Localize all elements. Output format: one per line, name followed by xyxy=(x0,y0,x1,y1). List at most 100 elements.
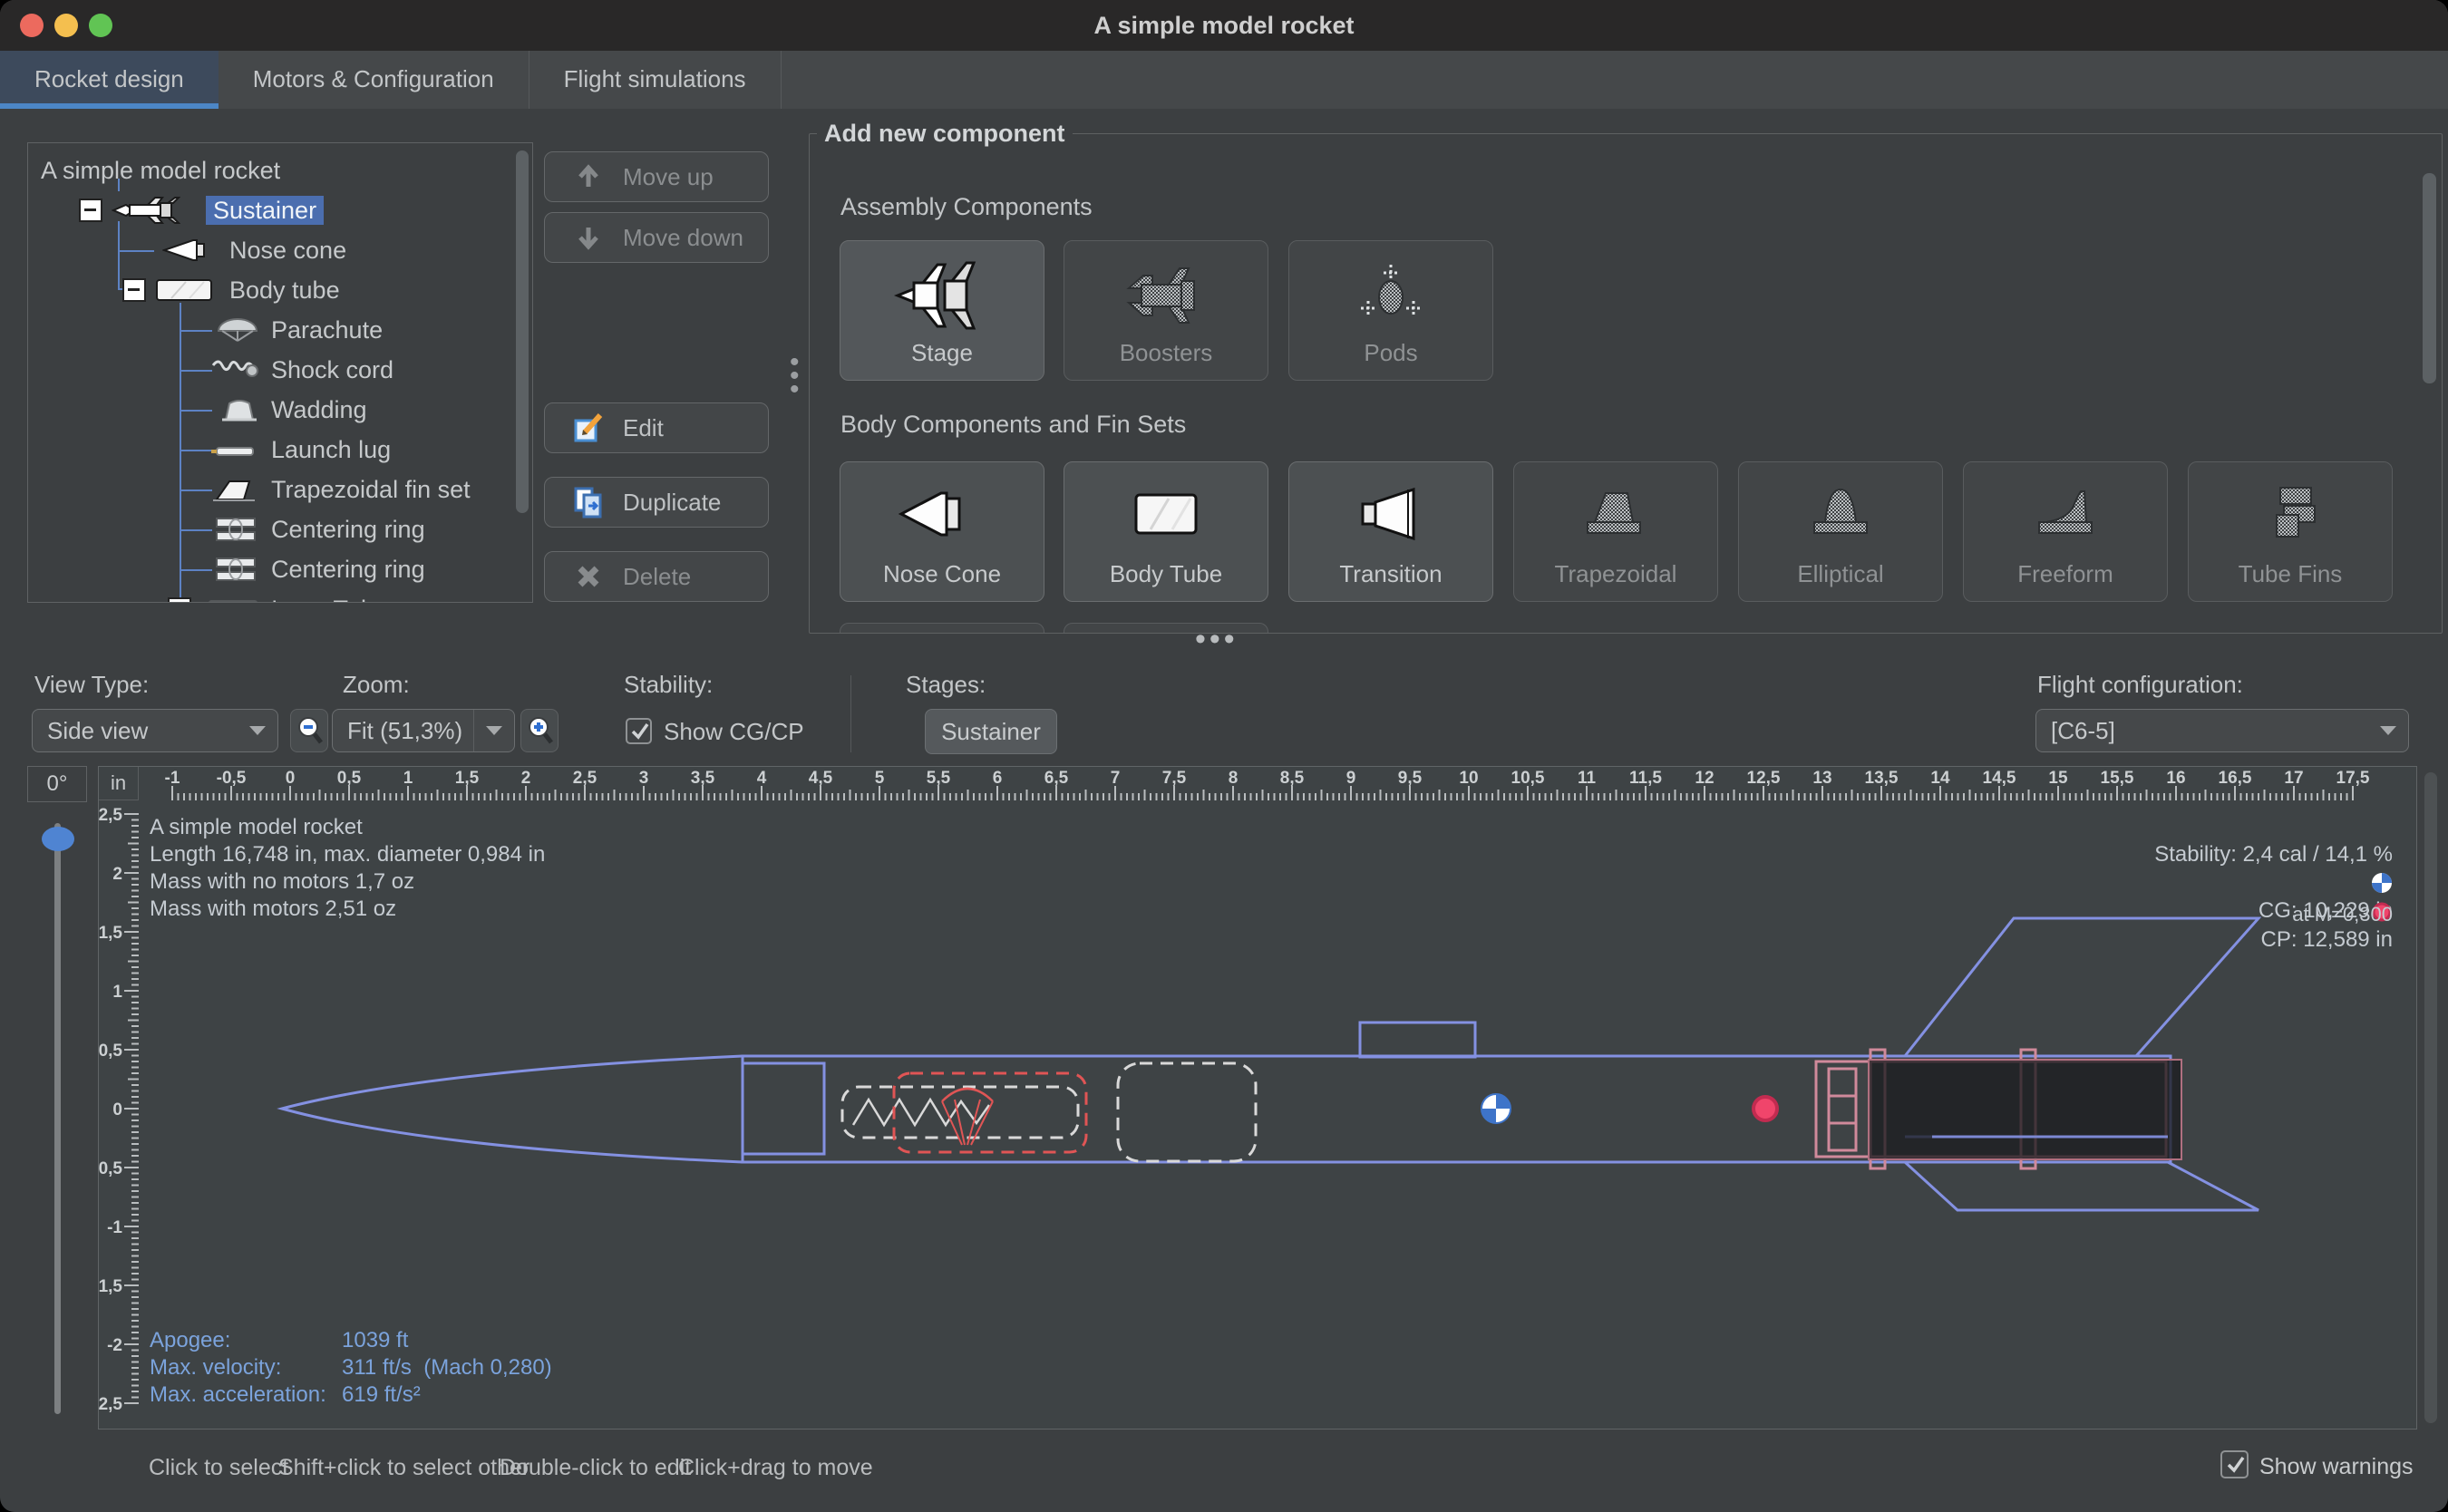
transition-icon xyxy=(1289,482,1492,546)
zoom-dropdown[interactable]: Fit (51,3%) xyxy=(332,709,515,752)
svg-text:16,5: 16,5 xyxy=(2219,769,2252,788)
tree-item-trapezoidal-fin-set[interactable]: Trapezoidal fin set xyxy=(28,470,532,509)
figure-scrollbar[interactable] xyxy=(2424,772,2437,1423)
rotation-slider-track[interactable] xyxy=(54,823,61,1414)
nose-shoulder-outline xyxy=(743,1063,824,1154)
add-nose-cone-button[interactable]: Nose Cone xyxy=(840,461,1044,602)
svg-text:15: 15 xyxy=(2048,769,2068,788)
check-icon xyxy=(2223,1452,2249,1478)
add-elliptical-fin-button[interactable]: Elliptical xyxy=(1738,461,1943,602)
rocket-mass-line: Mass with no motors 1,7 oz xyxy=(150,868,414,896)
svg-text:-1: -1 xyxy=(165,769,180,788)
wadding-outline[interactable] xyxy=(1118,1063,1256,1161)
svg-text:-1,5: -1,5 xyxy=(99,1277,122,1296)
tab-flight-simulations[interactable]: Flight simulations xyxy=(529,51,782,109)
add-pods-button[interactable]: Pods xyxy=(1288,240,1493,381)
show-warnings-checkbox[interactable] xyxy=(2220,1450,2249,1478)
svg-text:11,5: 11,5 xyxy=(1629,769,1662,788)
add-body-tube-button[interactable]: Body Tube xyxy=(1064,461,1268,602)
add-freeform-fin-button[interactable]: Freeform xyxy=(1963,461,2168,602)
freeform-fin-icon xyxy=(1964,482,2167,546)
svg-text:-2,5: -2,5 xyxy=(99,1395,122,1414)
add-stage-button[interactable]: Stage xyxy=(840,240,1044,381)
tab-motors-configuration[interactable]: Motors & Configuration xyxy=(219,51,529,109)
rocket-mass-motors-line: Mass with motors 2,51 oz xyxy=(150,896,396,923)
add-trapezoidal-fin-button[interactable]: Trapezoidal xyxy=(1513,461,1718,602)
flight-configuration-label: Flight configuration: xyxy=(2037,671,2243,699)
tree-item-centering-ring-2[interactable]: Centering ring xyxy=(28,549,532,589)
move-up-button[interactable]: Move up xyxy=(544,151,769,202)
stage-sustainer-toggle[interactable]: Sustainer xyxy=(925,709,1057,754)
toolbar-divider xyxy=(850,675,851,752)
add-boosters-button[interactable]: Boosters xyxy=(1064,240,1268,381)
motor-block[interactable] xyxy=(1869,1060,2181,1159)
tree-item-inner-tube[interactable]: Inner Tube xyxy=(28,589,532,603)
duplicate-button[interactable]: Duplicate xyxy=(544,477,769,528)
tree-item-wadding[interactable]: Wadding xyxy=(28,390,532,430)
show-cgcp-label: Show CG/CP xyxy=(664,718,804,746)
svg-text:1: 1 xyxy=(112,983,122,1002)
tree-item-shock-cord[interactable]: Shock cord xyxy=(28,350,532,390)
component-panel-scrollbar[interactable] xyxy=(2423,173,2436,383)
tree-item-sustainer[interactable]: Sustainer xyxy=(28,190,532,230)
svg-text:14,5: 14,5 xyxy=(1983,769,2016,788)
rocket-name-line: A simple model rocket xyxy=(150,814,363,841)
show-cgcp-checkbox[interactable] xyxy=(626,718,652,744)
view-type-label: View Type: xyxy=(34,671,149,699)
fin-upper[interactable] xyxy=(1905,918,2259,1056)
collapse-box-icon[interactable] xyxy=(122,278,146,302)
tab-rocket-design[interactable]: Rocket design xyxy=(0,51,219,109)
collapse-box-icon[interactable] xyxy=(79,199,102,222)
window-title: A simple model rocket xyxy=(0,0,2448,51)
svg-text:17,5: 17,5 xyxy=(2336,769,2370,788)
cg-marker-icon[interactable] xyxy=(1481,1094,1511,1123)
svg-text:1,5: 1,5 xyxy=(99,924,122,943)
move-down-button[interactable]: Move down xyxy=(544,212,769,263)
zoom-out-button[interactable] xyxy=(290,709,328,752)
svg-text:6,5: 6,5 xyxy=(1044,769,1069,788)
collapse-box-icon[interactable] xyxy=(168,597,191,603)
rotation-slider-knob[interactable] xyxy=(42,827,74,851)
launch-lug-outline[interactable] xyxy=(1360,1023,1475,1057)
delete-button[interactable]: Delete xyxy=(544,551,769,602)
vertical-ruler: -2,5-2-1,5-1-0,500,511,522,5 xyxy=(99,800,139,1430)
tree-item-body-tube[interactable]: Body tube xyxy=(28,270,532,310)
tree-item-launch-lug[interactable]: Launch lug xyxy=(28,430,532,470)
nose-cone-outline[interactable] xyxy=(282,1056,743,1162)
tree-item-nose-cone[interactable]: Nose cone xyxy=(28,230,532,270)
cp-marker-icon[interactable] xyxy=(1753,1097,1777,1120)
horizontal-splitter-handle[interactable]: ••• xyxy=(1195,622,1239,657)
view-type-dropdown[interactable]: Side view xyxy=(32,709,278,752)
svg-text:11: 11 xyxy=(1578,769,1597,788)
add-tube-fins-button[interactable]: Tube Fins xyxy=(2188,461,2393,602)
fin-lower[interactable] xyxy=(1905,1162,2259,1210)
horizontal-ruler: -1-0,500,511,522,533,544,555,566,577,588… xyxy=(139,767,2417,800)
trapezoidal-fin-icon xyxy=(211,476,260,508)
pods-icon xyxy=(1289,261,1492,330)
shock-cord-outline[interactable] xyxy=(842,1087,1078,1138)
flight-configuration-dropdown[interactable]: [C6-5] xyxy=(2035,709,2409,752)
tree-item-rocket-root[interactable]: A simple model rocket xyxy=(28,150,532,190)
body-components-label: Body Components and Fin Sets xyxy=(840,411,1186,439)
tree-item-parachute[interactable]: Parachute xyxy=(28,310,532,350)
svg-text:4,5: 4,5 xyxy=(809,769,833,788)
svg-text:7: 7 xyxy=(1111,769,1121,788)
zoom-out-icon xyxy=(296,715,323,746)
tree-scrollbar[interactable] xyxy=(516,150,529,513)
tree-item-centering-ring[interactable]: Centering ring xyxy=(28,509,532,549)
add-component-button-cut[interactable] xyxy=(840,623,1044,634)
svg-text:2: 2 xyxy=(521,769,531,788)
wadding-icon xyxy=(219,396,260,428)
svg-text:10,5: 10,5 xyxy=(1511,769,1545,788)
vertical-splitter-handle[interactable]: ••• xyxy=(790,355,800,396)
svg-text:3: 3 xyxy=(639,769,649,788)
svg-text:5,5: 5,5 xyxy=(927,769,951,788)
svg-text:0,5: 0,5 xyxy=(337,769,362,788)
rocket-figure-panel[interactable]: in -1-0,500,511,522,533,544,555,566,577,… xyxy=(98,766,2417,1430)
add-transition-button[interactable]: Transition xyxy=(1288,461,1493,602)
zoom-in-button[interactable] xyxy=(520,709,559,752)
svg-text:8,5: 8,5 xyxy=(1280,769,1305,788)
component-tree: A simple model rocket Sustainer Nose con… xyxy=(27,142,533,603)
rocket-side-view[interactable] xyxy=(139,800,2417,1430)
edit-button[interactable]: Edit xyxy=(544,402,769,453)
